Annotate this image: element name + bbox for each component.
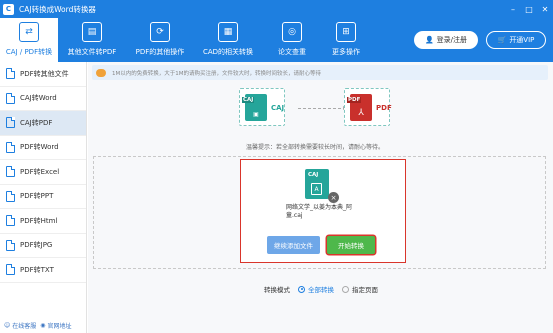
cart-icon: 🛒 [497, 36, 507, 44]
folder-icon: ▤ [82, 22, 102, 42]
online-support-link[interactable]: ☺ 在线客服 [4, 321, 36, 330]
more-icon: ⊞ [336, 22, 356, 42]
window-title: CAJ转换成Word转换器 [19, 4, 96, 14]
file-icon [6, 68, 15, 80]
title-bar: C CAJ转换成Word转换器 – □ ✕ [0, 0, 553, 18]
login-label: 登录/注册 [436, 36, 468, 44]
file-icon [6, 239, 15, 251]
pdf-file-icon: PDF ⅄ [347, 94, 372, 121]
tab-other-to-pdf[interactable]: ▤ 其他文件转PDF [60, 18, 124, 62]
vip-button[interactable]: 🛒 开通VIP [486, 31, 546, 49]
website-label: 官网地址 [47, 322, 72, 330]
radio-all-pages[interactable] [298, 285, 305, 293]
sidebar-item-label: PDF转PPT [20, 192, 54, 201]
minimize-icon[interactable]: – [505, 0, 521, 18]
source-format-label: CAJ [271, 104, 285, 112]
sidebar-item-label: CAJ转Word [20, 94, 57, 103]
sidebar-item-caj-to-pdf[interactable]: CAJ转PDF [0, 111, 86, 136]
tab-label: PDF的其他操作 [135, 48, 185, 56]
source-format-card: CAJ ▣ CAJ [239, 88, 285, 126]
sidebar-footer: ☺ 在线客服 ◉ 官网地址 [0, 318, 87, 332]
user-icon: 👤 [424, 36, 434, 44]
cloud-icon [96, 68, 106, 77]
support-label: 在线客服 [12, 322, 37, 330]
tab-pdf-operations[interactable]: ⟳ PDF的其他操作 [128, 18, 192, 62]
sidebar-item-label: PDF转JPG [20, 241, 53, 250]
website-icon: ◉ [40, 321, 46, 329]
start-convert-button[interactable]: 开始转换 [327, 236, 375, 254]
tab-caj-pdf-convert[interactable]: ⇄ CAJ / PDF转换 [0, 18, 58, 62]
sidebar-item-label: CAJ转PDF [20, 118, 53, 127]
file-icon [6, 92, 15, 104]
arrow-right-icon [298, 106, 347, 110]
add-more-files-button[interactable]: 继续添加文件 [267, 236, 320, 254]
convert-mode-row: 转换模式 全部转换 指定页面 [264, 284, 378, 294]
notice-text: 1M以内的免费转换，大于1M的请购买注册，文件较大时，转换时间较长，请耐心等待 [112, 70, 321, 77]
thesis-check-icon: ◎ [282, 22, 302, 42]
tab-label: CAJ / PDF转换 [5, 48, 53, 56]
vip-label: 开通VIP [509, 36, 535, 44]
tab-thesis-check[interactable]: ◎ 论文查重 [270, 18, 314, 62]
window-controls: – □ ✕ [505, 0, 553, 18]
caj-file-icon: CAJ ▣ [242, 94, 267, 121]
tab-label: 其他文件转PDF [67, 48, 117, 56]
target-format-label: PDF [376, 104, 392, 112]
sidebar-item-label: PDF转其他文件 [20, 69, 69, 78]
sidebar-item-pdf-to-txt[interactable]: PDF转TXT [0, 258, 86, 283]
file-icon [6, 166, 15, 178]
sidebar-item-label: PDF转Word [20, 143, 59, 152]
pdf-operations-icon: ⟳ [150, 22, 170, 42]
tab-label: CAD的相关转换 [202, 48, 254, 56]
app-logo-icon: C [3, 3, 14, 15]
radio-specific-pages[interactable] [342, 285, 349, 293]
tab-more[interactable]: ⊞ 更多操作 [324, 18, 368, 62]
convert-mode-label: 转换模式 [264, 286, 290, 294]
file-name: 网络文学_以姜为本典_阿童.caj [286, 204, 353, 219]
target-format-card: PDF ⅄ PDF [344, 88, 392, 126]
radio-all-pages-label[interactable]: 全部转换 [308, 284, 334, 294]
caj-pdf-convert-icon: ⇄ [19, 22, 39, 42]
sidebar-item-pdf-to-jpg[interactable]: PDF转JPG [0, 234, 86, 258]
file-icon [6, 215, 15, 227]
sidebar-item-pdf-to-excel[interactable]: PDF转Excel [0, 160, 86, 185]
close-icon[interactable]: ✕ [537, 0, 553, 18]
file-icon [6, 190, 15, 202]
sidebar: PDF转其他文件 CAJ转Word CAJ转PDF PDF转Word PDF转E… [0, 62, 87, 333]
caj-file-icon: CAJ A [305, 169, 329, 199]
sidebar-item-pdf-to-other[interactable]: PDF转其他文件 [0, 62, 86, 87]
maximize-icon[interactable]: □ [521, 0, 537, 18]
file-icon [6, 141, 15, 153]
login-button[interactable]: 👤 登录/注册 [414, 31, 478, 49]
radio-specific-pages-label[interactable]: 指定页面 [352, 284, 378, 294]
tip-text: 温馨提示：若全部转换需要较长时间，请耐心等待。 [246, 144, 385, 151]
sidebar-item-caj-to-word[interactable]: CAJ转Word [0, 87, 86, 111]
sidebar-item-pdf-to-html[interactable]: PDF转Html [0, 209, 86, 234]
tab-cad-convert[interactable]: ▦ CAD的相关转换 [196, 18, 260, 62]
sidebar-item-pdf-to-ppt[interactable]: PDF转PPT [0, 185, 86, 209]
sidebar-item-pdf-to-word[interactable]: PDF转Word [0, 136, 86, 160]
main-panel: 1M以内的免费转换，大于1M的请购买注册，文件较大时，转换时间较长，请耐心等待 … [88, 62, 553, 333]
sidebar-item-label: PDF转Excel [20, 167, 60, 176]
tab-label: 更多操作 [332, 48, 360, 56]
file-icon [6, 264, 15, 276]
file-icon [6, 117, 15, 129]
cad-icon: ▦ [218, 22, 238, 42]
notice-bar: 1M以内的免费转换，大于1M的请购买注册，文件较大时，转换时间较长，请耐心等待 [92, 65, 548, 80]
sidebar-item-label: PDF转Html [20, 216, 58, 225]
support-icon: ☺ [4, 321, 11, 329]
tab-label: 论文查重 [278, 48, 306, 56]
remove-file-icon[interactable]: × [328, 192, 339, 203]
sidebar-item-label: PDF转TXT [20, 265, 54, 274]
website-link[interactable]: ◉ 官网地址 [40, 321, 71, 330]
